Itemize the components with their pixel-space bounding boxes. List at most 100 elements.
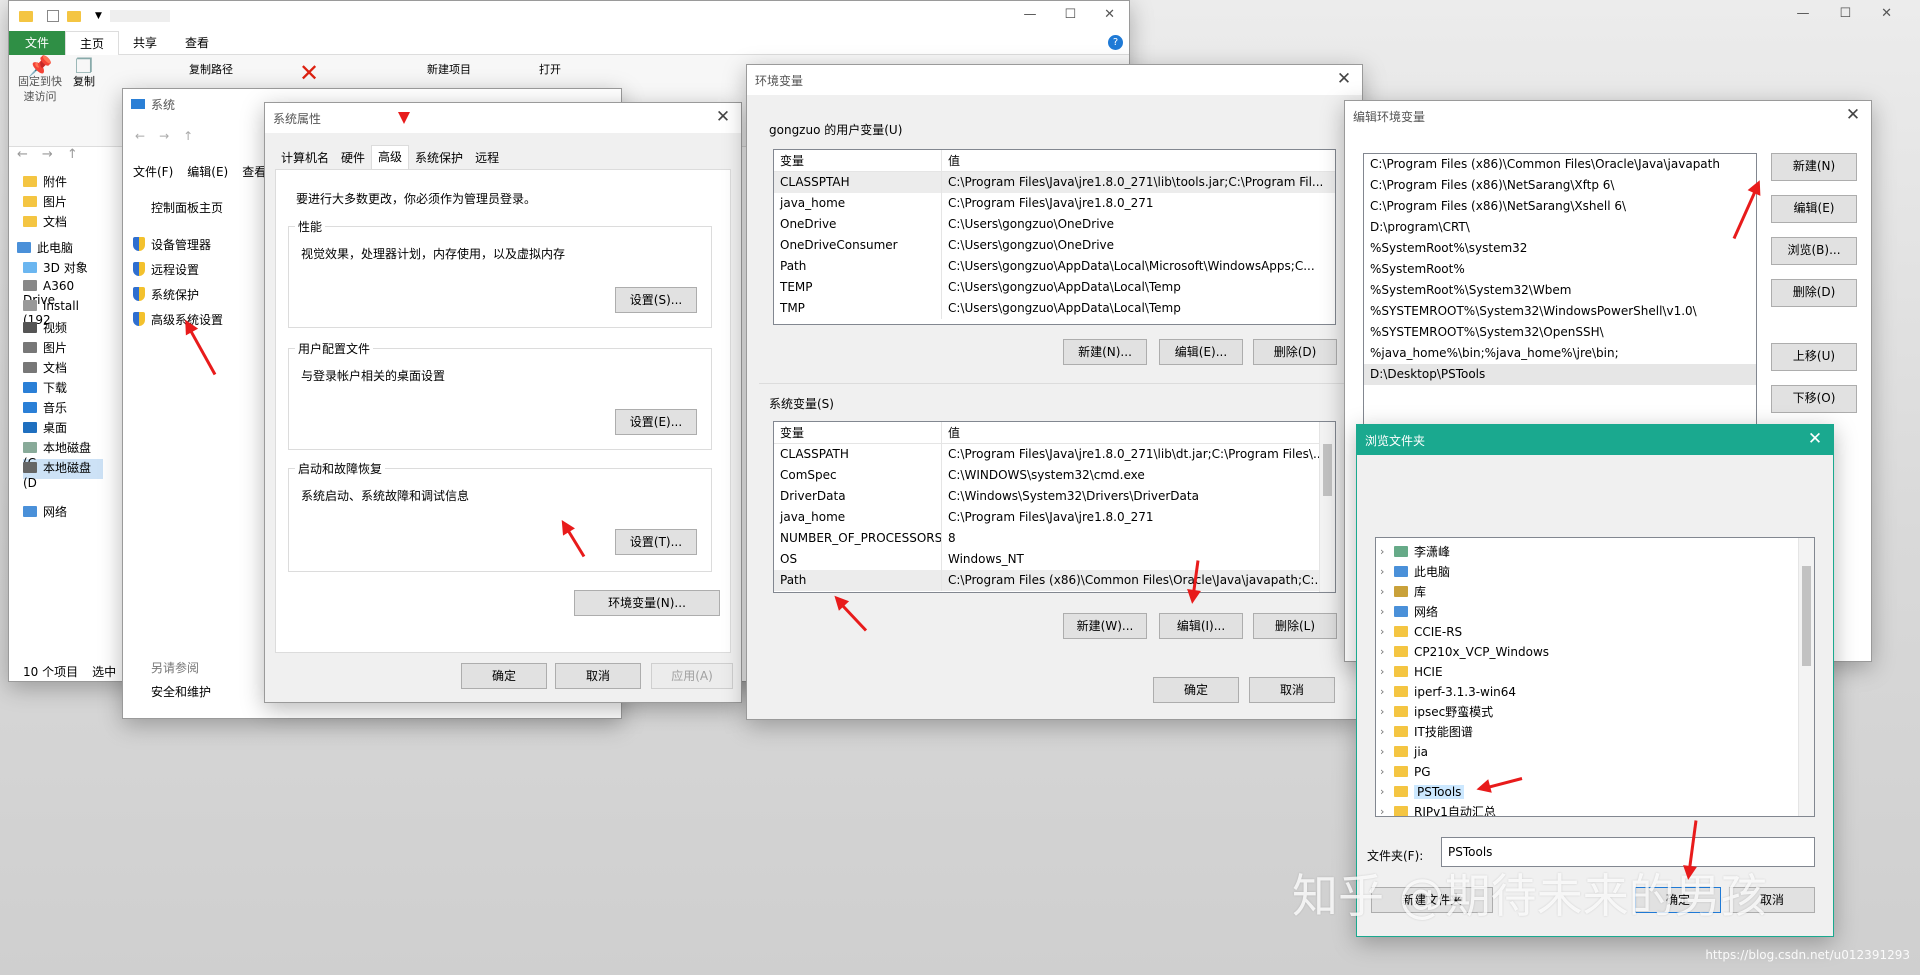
startup-settings-button[interactable]: 设置(T)... xyxy=(615,529,697,555)
scrollbar[interactable] xyxy=(1319,422,1335,592)
move-down-button[interactable]: 下移(O) xyxy=(1771,385,1857,413)
list-item[interactable]: %SystemRoot%\system32 xyxy=(1364,238,1756,259)
nav-item[interactable]: 附件 xyxy=(23,173,103,193)
folder-tree[interactable]: › 李潇峰 › 此电脑 › 库 › 网络 › CCIE-RS › CP210x_VCP_Windows… xyxy=(1375,537,1815,817)
device-manager-link[interactable]: 设备管理器 xyxy=(133,233,223,258)
tree-item[interactable]: › 网络 xyxy=(1376,602,1814,622)
tab-file[interactable]: 文件 xyxy=(9,30,66,55)
user-edit-button[interactable]: 编辑(E)... xyxy=(1159,339,1243,365)
tab-advanced[interactable]: 高级 xyxy=(371,145,410,169)
nav-item[interactable]: 文档 xyxy=(23,359,103,379)
cancel-button[interactable]: 取消 xyxy=(1249,677,1335,703)
nav-item[interactable]: 本地磁盘 (D xyxy=(23,459,103,490)
table-row[interactable]: java_home C:\Program Files\Java\jre1.8.0_… xyxy=(774,507,1335,528)
forward-icon[interactable]: → xyxy=(159,129,169,143)
column-variable[interactable]: 变量 xyxy=(774,422,942,443)
environment-variables-button[interactable]: 环境变量(N)... xyxy=(574,590,720,616)
list-item[interactable]: C:\Program Files (x86)\NetSarang\Xftp 6\ xyxy=(1364,175,1756,196)
new-item-button[interactable]: 新建项目 xyxy=(427,61,471,77)
nav-item[interactable]: install (192 xyxy=(23,299,103,327)
back-icon[interactable]: ← xyxy=(17,147,28,162)
close-icon[interactable]: ✕ xyxy=(1104,7,1115,22)
nav-item[interactable]: A360 Drive xyxy=(23,279,103,307)
menu-edit[interactable]: 编辑(E) xyxy=(187,163,228,180)
user-new-button[interactable]: 新建(N)... xyxy=(1063,339,1147,365)
tab-view[interactable]: 查看 xyxy=(171,34,223,51)
table-row[interactable]: OneDriveConsumer C:\Users\gongzuo\OneDriv… xyxy=(774,235,1335,256)
maximize-icon[interactable]: ☐ xyxy=(1839,6,1851,21)
table-row[interactable]: CLASSPTAH C:\Program Files\Java\jre1.8.0_… xyxy=(774,172,1335,193)
chevron-right-icon[interactable]: › xyxy=(1380,802,1384,816)
nav-item[interactable]: 音乐 xyxy=(23,399,103,419)
system-edit-button[interactable]: 编辑(I)... xyxy=(1159,613,1243,639)
chevron-right-icon[interactable]: › xyxy=(1380,662,1384,682)
menu-view[interactable]: 查看 xyxy=(242,163,266,180)
column-value[interactable]: 值 xyxy=(942,422,960,443)
open-button[interactable]: 打开 xyxy=(539,61,561,77)
tree-item[interactable]: › iperf-3.1.3-win64 xyxy=(1376,682,1814,702)
tab-share[interactable]: 共享 xyxy=(119,34,171,51)
tree-item[interactable]: › IT技能图谱 xyxy=(1376,722,1814,742)
close-icon[interactable]: ✕ xyxy=(1803,428,1827,450)
user-delete-button[interactable]: 删除(D) xyxy=(1253,339,1337,365)
new-entry-button[interactable]: 新建(N) xyxy=(1771,153,1857,181)
checkbox-icon[interactable] xyxy=(47,10,59,22)
forward-icon[interactable]: → xyxy=(42,147,53,162)
copy-path-button[interactable]: 复制路径 xyxy=(189,61,233,77)
nav-item[interactable]: 下载 xyxy=(23,379,103,399)
tree-item[interactable]: › PG xyxy=(1376,762,1814,782)
edit-entry-button[interactable]: 编辑(E) xyxy=(1771,195,1857,223)
table-row[interactable]: Path C:\Program Files (x86)\Common Files\… xyxy=(774,570,1335,591)
nav-item[interactable]: 3D 对象 xyxy=(23,259,103,279)
nav-item[interactable]: 视频 xyxy=(23,319,103,339)
chevron-right-icon[interactable]: › xyxy=(1380,582,1384,602)
up-icon[interactable]: ↑ xyxy=(67,147,78,162)
copy-button[interactable]: ❐ 复制 xyxy=(69,56,99,89)
security-maintenance-link[interactable]: 安全和维护 xyxy=(151,683,211,700)
nav-item[interactable]: 图片 xyxy=(23,339,103,359)
nav-item[interactable]: 文档 xyxy=(23,213,103,233)
system-new-button[interactable]: 新建(W)... xyxy=(1063,613,1147,639)
remote-settings-link[interactable]: 远程设置 xyxy=(133,258,223,283)
system-protection-link[interactable]: 系统保护 xyxy=(133,283,223,308)
scrollbar-thumb[interactable] xyxy=(1323,444,1332,496)
close-icon[interactable]: ✕ xyxy=(1332,68,1356,90)
chevron-right-icon[interactable]: › xyxy=(1380,682,1384,702)
chevron-right-icon[interactable]: › xyxy=(1380,702,1384,722)
column-variable[interactable]: 变量 xyxy=(774,150,942,171)
table-row[interactable]: TMP C:\Users\gongzuo\AppData\Local\Temp xyxy=(774,298,1335,319)
tree-item[interactable]: › 此电脑 xyxy=(1376,562,1814,582)
list-item[interactable]: %SystemRoot%\System32\Wbem xyxy=(1364,280,1756,301)
column-value[interactable]: 值 xyxy=(942,150,960,171)
advanced-system-settings-link[interactable]: 高级系统设置 xyxy=(133,308,223,333)
tree-item[interactable]: › RIPv1自动汇总 xyxy=(1376,802,1814,816)
close-icon[interactable]: ✕ xyxy=(1841,104,1865,126)
back-icon[interactable]: ← xyxy=(135,129,145,143)
tree-item[interactable]: › 库 xyxy=(1376,582,1814,602)
nav-item[interactable]: 桌面 xyxy=(23,419,103,439)
chevron-right-icon[interactable]: › xyxy=(1380,762,1384,782)
close-icon[interactable]: ✕ xyxy=(711,106,735,128)
ok-button[interactable]: 确定 xyxy=(461,663,547,689)
nav-item[interactable]: 图片 xyxy=(23,193,103,213)
chevron-right-icon[interactable]: › xyxy=(1380,722,1384,742)
table-row[interactable]: OneDrive C:\Users\gongzuo\OneDrive xyxy=(774,214,1335,235)
nav-item[interactable]: 网络 xyxy=(23,503,103,523)
minimize-icon[interactable]: — xyxy=(1796,6,1809,21)
table-row[interactable]: ComSpec C:\WINDOWS\system32\cmd.exe xyxy=(774,465,1335,486)
tree-item[interactable]: › 李潇峰 xyxy=(1376,542,1814,562)
profile-settings-button[interactable]: 设置(E)... xyxy=(615,409,697,435)
cancel-button[interactable]: 取消 xyxy=(555,663,641,689)
browse-button[interactable]: 浏览(B)... xyxy=(1771,237,1857,265)
chevron-right-icon[interactable]: › xyxy=(1380,742,1384,762)
list-item[interactable]: %SYSTEMROOT%\System32\OpenSSH\ xyxy=(1364,322,1756,343)
table-row[interactable]: CLASSPATH C:\Program Files\Java\jre1.8.0_… xyxy=(774,444,1335,465)
move-up-button[interactable]: 上移(U) xyxy=(1771,343,1857,371)
table-row[interactable]: DriverData C:\Windows\System32\Drivers\Dr… xyxy=(774,486,1335,507)
performance-settings-button[interactable]: 设置(S)... xyxy=(615,287,697,313)
tab-computer-name[interactable]: 计算机名 xyxy=(275,147,335,169)
tree-item[interactable]: › CP210x_VCP_Windows xyxy=(1376,642,1814,662)
delete-icon[interactable]: ✕ xyxy=(299,59,319,87)
chevron-right-icon[interactable]: › xyxy=(1380,562,1384,582)
tab-hardware[interactable]: 硬件 xyxy=(335,147,371,169)
